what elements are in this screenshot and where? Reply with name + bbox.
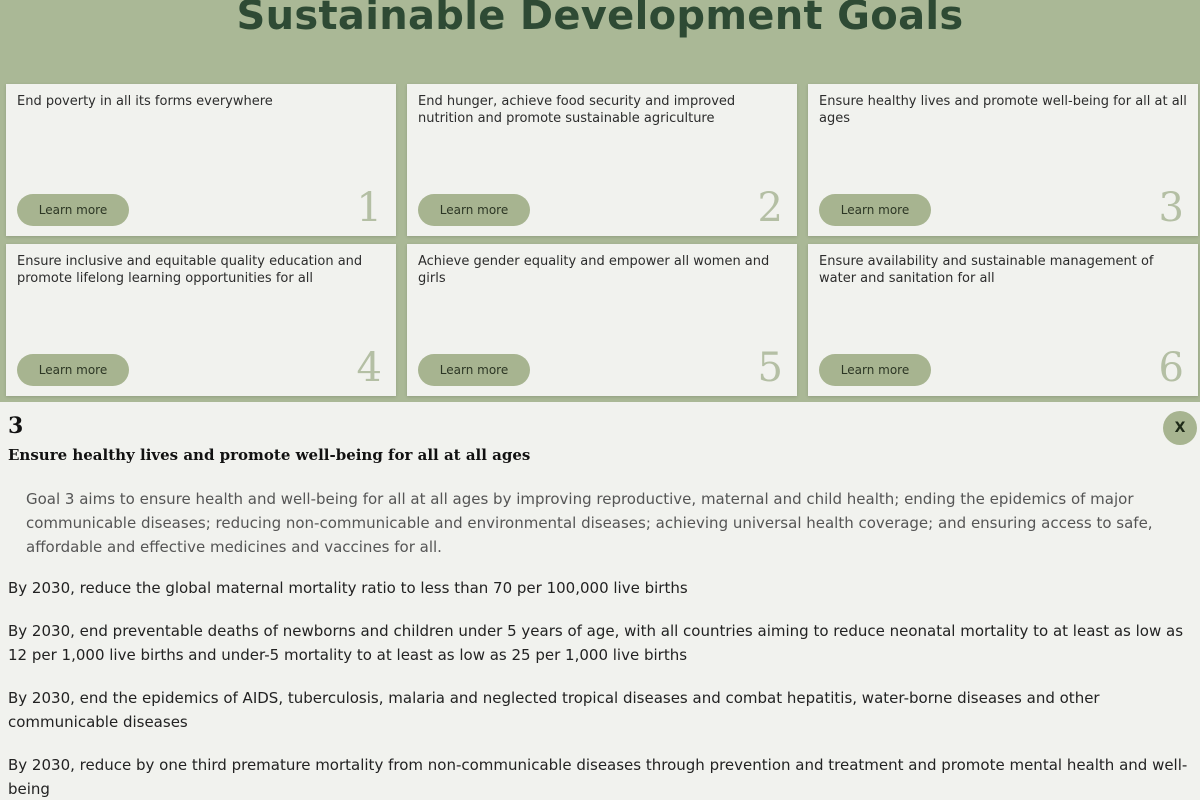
target-item: By 2030, end the epidemics of AIDS, tube… — [8, 689, 1100, 731]
goal-number: 4 — [356, 345, 382, 391]
goal-card-text: End poverty in all its forms everywhere — [17, 94, 273, 109]
learn-more-button[interactable]: Learn more — [819, 194, 931, 226]
learn-more-button[interactable]: Learn more — [418, 354, 530, 386]
goal-card-text: Ensure inclusive and equitable quality e… — [17, 254, 363, 286]
target-list: By 2030, reduce the global maternal mort… — [8, 576, 1192, 800]
goal-card-text: Achieve gender equality and empower all … — [418, 254, 770, 286]
learn-more-button[interactable]: Learn more — [819, 354, 931, 386]
goal-number: 1 — [356, 185, 382, 231]
goal-card-1[interactable]: End poverty in all its forms everywhere … — [6, 84, 396, 236]
goal-card-5[interactable]: Achieve gender equality and empower all … — [407, 244, 797, 396]
goal-number: 2 — [757, 185, 783, 231]
detail-summary: Goal 3 aims to ensure health and well-be… — [26, 490, 1153, 556]
close-button[interactable]: X — [1163, 411, 1197, 445]
learn-more-button[interactable]: Learn more — [418, 194, 530, 226]
target-item: By 2030, reduce by one third premature m… — [8, 756, 1188, 798]
detail-goal-number: 3 — [8, 413, 24, 439]
target-item: By 2030, end preventable deaths of newbo… — [8, 622, 1184, 664]
goal-card-text: End hunger, achieve food security and im… — [418, 94, 736, 126]
goal-number: 5 — [757, 345, 783, 391]
goal-card-3[interactable]: Ensure healthy lives and promote well-be… — [808, 84, 1198, 236]
goal-card-2[interactable]: End hunger, achieve food security and im… — [407, 84, 797, 236]
goal-card-6[interactable]: Ensure availability and sustainable mana… — [808, 244, 1198, 396]
page-title: Sustainable Development Goals — [236, 0, 964, 39]
goal-card-text: Ensure availability and sustainable mana… — [819, 254, 1154, 286]
learn-more-button[interactable]: Learn more — [17, 354, 129, 386]
goal-card-4[interactable]: Ensure inclusive and equitable quality e… — [6, 244, 396, 396]
target-item: By 2030, reduce the global maternal mort… — [8, 579, 688, 597]
learn-more-button[interactable]: Learn more — [17, 194, 129, 226]
detail-heading: Ensure healthy lives and promote well-be… — [8, 446, 531, 464]
goal-number: 6 — [1158, 345, 1184, 391]
goal-card-text: Ensure healthy lives and promote well-be… — [819, 94, 1187, 126]
goal-number: 3 — [1158, 185, 1184, 231]
goal-detail-panel: 3 Ensure healthy lives and promote well-… — [0, 402, 1200, 800]
